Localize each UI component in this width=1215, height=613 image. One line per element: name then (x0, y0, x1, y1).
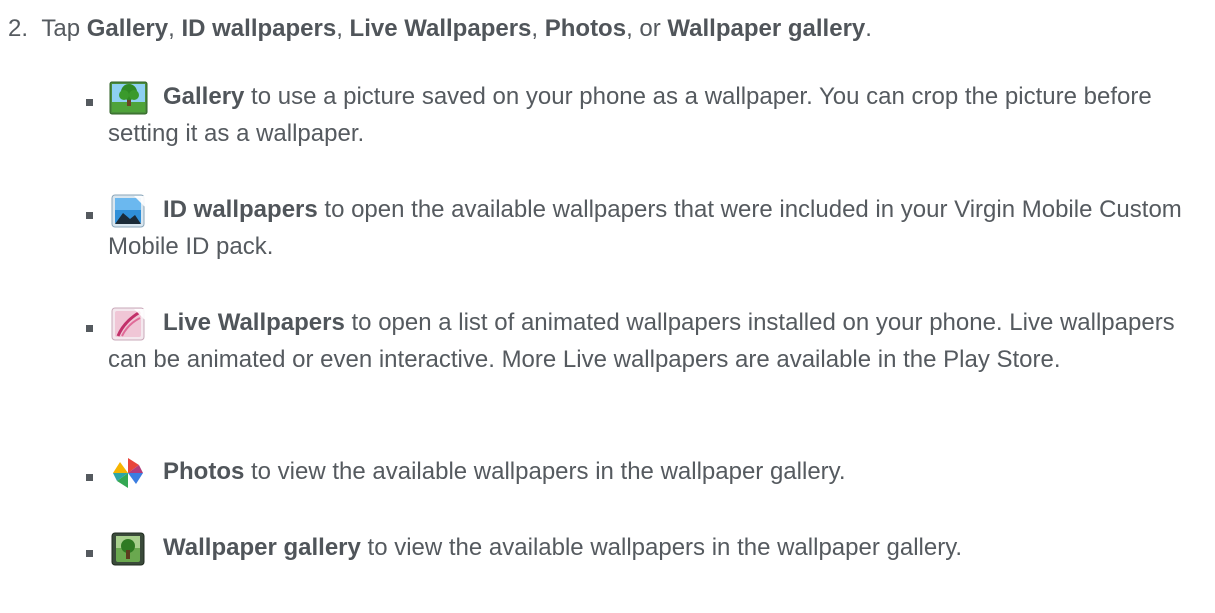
step-suffix: . (865, 15, 872, 42)
step-number: 2. (8, 15, 29, 42)
option-photos: Photos (544, 15, 627, 42)
option-live-wallpapers: Live Wallpapers (349, 15, 532, 42)
item-description: to use a picture saved on your phone as … (108, 83, 1152, 147)
step-prefix: Tap (41, 15, 87, 42)
step-instruction: 2. Tap Gallery, ID wallpapers, Live Wall… (8, 14, 872, 44)
item-title: Live Wallpapers (163, 309, 345, 336)
item-title: Gallery (163, 83, 245, 110)
option-gallery: Gallery (86, 15, 169, 42)
item-description: to view the available wallpapers in the … (360, 534, 963, 561)
list-item-text: Gallery to use a picture saved on your p… (108, 79, 1198, 152)
item-title: Photos (163, 458, 245, 485)
list-item-text: Live Wallpapers to open a list of animat… (108, 305, 1198, 378)
separator: , (531, 15, 545, 42)
bullet (86, 325, 93, 332)
bullet (86, 212, 93, 219)
bullet (86, 550, 93, 557)
list-item-text: ID wallpapers to open the available wall… (108, 192, 1198, 265)
item-title: Wallpaper gallery (163, 534, 361, 561)
separator: , (168, 15, 182, 42)
bullet (86, 99, 93, 106)
option-wallpaper-gallery: Wallpaper gallery (667, 15, 866, 42)
bullet (86, 474, 93, 481)
option-id-wallpapers: ID wallpapers (181, 15, 337, 42)
separator: , (336, 15, 350, 42)
item-description: to view the available wallpapers in the … (244, 458, 846, 485)
separator: , or (626, 15, 668, 42)
list-item-text: Wallpaper gallery to view the available … (108, 530, 1198, 567)
list-item-text: Photos to view the available wallpapers … (108, 454, 1198, 491)
item-title: ID wallpapers (163, 196, 318, 223)
